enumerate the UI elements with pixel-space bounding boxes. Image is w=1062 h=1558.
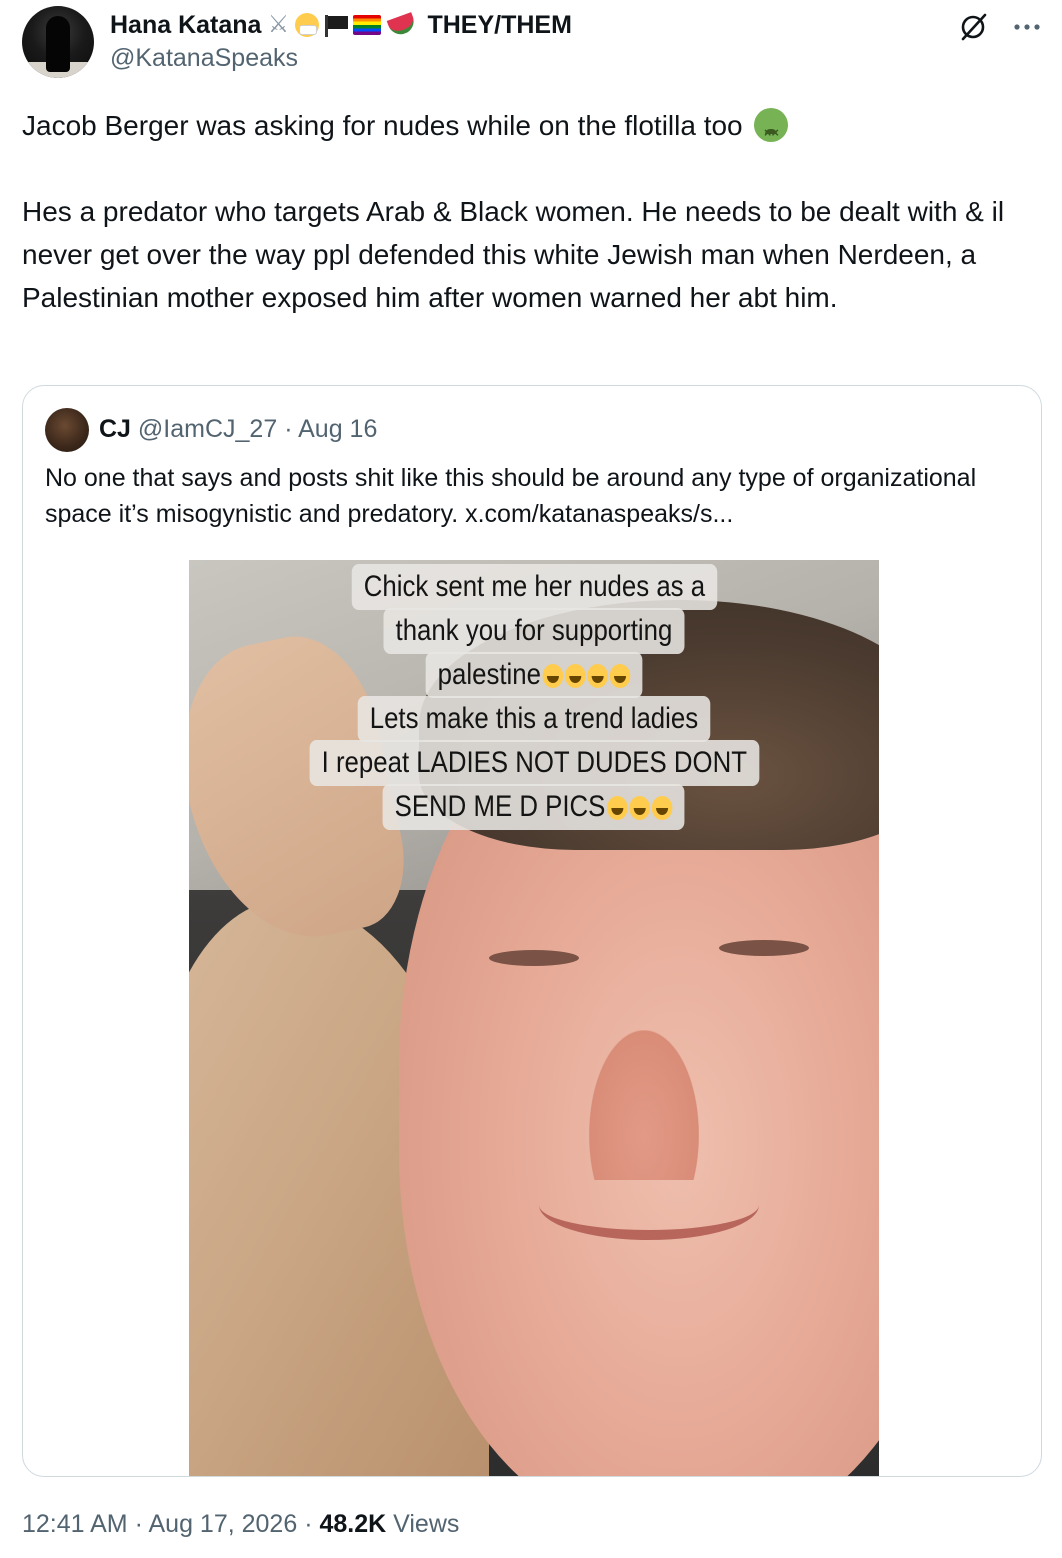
quote-author-name[interactable]: CJ [99, 415, 131, 443]
rolling-laughing-icon [565, 664, 586, 688]
caption-line-text: Chick sent me her nudes as a [363, 570, 705, 603]
tweet-date[interactable]: Aug 17, 2026 [149, 1510, 298, 1538]
rolling-laughing-icon [542, 664, 564, 688]
photo-mouth [539, 1170, 759, 1240]
caption-line: thank you for supporting [383, 608, 685, 654]
quote-text: No one that says and posts shit like thi… [45, 464, 977, 528]
rolling-laughing-icon [607, 796, 629, 820]
rolling-laughing-icon [587, 664, 609, 688]
footer-separator-2: · [304, 1510, 313, 1538]
tweet: Hana Katana ⚔ THEY/THEM @KatanaSpeaks Ja… [0, 0, 1062, 1558]
footer-separator-1: · [134, 1510, 143, 1538]
quote-date[interactable]: Aug 16 [298, 415, 377, 443]
views-count: 48.2K [319, 1510, 387, 1538]
tweet-text: Jacob Berger was asking for nudes while … [22, 104, 1032, 319]
caption-line-text: palestine [437, 658, 541, 691]
photo-eye-left [489, 950, 579, 966]
caption-line: Lets make this a trend ladies [357, 696, 711, 742]
quoted-tweet[interactable]: CJ @IamCJ_27 · Aug 16 No one that says a… [22, 385, 1042, 1477]
avatar-figure [46, 16, 70, 72]
caption-line: I repeat LADIES NOT DUDES DONT [309, 740, 759, 786]
more-options-icon[interactable] [1010, 12, 1044, 42]
caption-line-text: Lets make this a trend ladies [369, 702, 699, 735]
rolling-laughing-icon [652, 796, 673, 820]
quote-separator: · [284, 415, 293, 443]
black-flag-icon [323, 15, 349, 37]
nauseated-face-icon [754, 108, 789, 154]
views-label: Views [393, 1510, 460, 1538]
quote-media-image[interactable]: Chick sent me her nudes as a thank you fo… [189, 560, 879, 1476]
crossed-swords-icon: ⚔ [267, 11, 290, 38]
caption-line-text: thank you for supporting [395, 614, 673, 647]
quote-header: CJ @IamCJ_27 · Aug 16 [99, 412, 377, 446]
author-display-name[interactable]: Hana Katana [110, 11, 261, 40]
caption-line-text: SEND ME D PICS [395, 790, 606, 823]
media-caption-overlay: Chick sent me her nudes as a thank you fo… [189, 564, 879, 830]
quote-author-handle[interactable]: @IamCJ_27 [138, 415, 277, 443]
caption-line: SEND ME D PICS [383, 784, 685, 830]
author-handle[interactable]: @KatanaSpeaks [110, 44, 298, 73]
author-avatar[interactable] [22, 6, 94, 78]
tweet-footer: 12:41 AM · Aug 17, 2026 · 48.2K Views [22, 1506, 459, 1542]
author-pronouns: THEY/THEM [427, 10, 572, 39]
tweet-paragraph-1: Jacob Berger was asking for nudes while … [22, 104, 1032, 154]
author-name-row: Hana Katana ⚔ THEY/THEM [110, 8, 572, 42]
tweet-time[interactable]: 12:41 AM [22, 1510, 128, 1538]
tweet-paragraph-2: Hes a predator who targets Arab & Black … [22, 196, 1005, 313]
rolling-laughing-icon [609, 664, 631, 688]
tweet-paragraph-1-text: Jacob Berger was asking for nudes while … [22, 110, 743, 141]
quote-author-avatar[interactable] [45, 408, 89, 452]
grok-icon[interactable] [958, 12, 988, 42]
caption-line: palestine [425, 652, 643, 698]
mask-face-icon [295, 13, 320, 37]
watermelon-icon [387, 12, 418, 38]
caption-line: Chick sent me her nudes as a [351, 564, 717, 610]
rainbow-flag-icon [353, 15, 382, 35]
rolling-laughing-icon [629, 796, 651, 820]
photo-eye-right [719, 940, 809, 956]
caption-line-text: I repeat LADIES NOT DUDES DONT [321, 746, 747, 779]
photo-nose [589, 1030, 699, 1180]
